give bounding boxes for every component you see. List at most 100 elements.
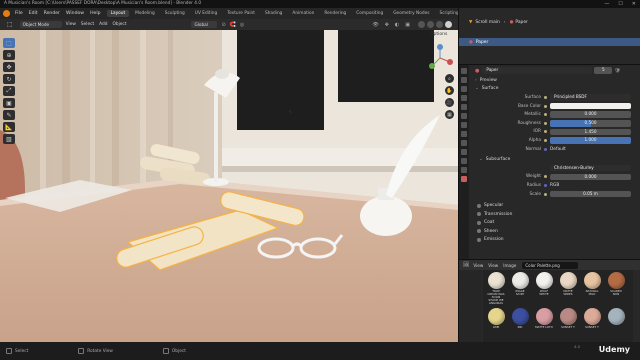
- image-editor-icon[interactable]: 🖼: [463, 262, 469, 268]
- tab-uv-editing[interactable]: UV Editing: [191, 10, 221, 17]
- minimize-button[interactable]: —: [604, 0, 609, 8]
- subsurface-weight-slider[interactable]: 0.000: [550, 173, 631, 181]
- camera-view-icon[interactable]: 🎥: [445, 98, 454, 107]
- cursor-tool-icon[interactable]: ⊕: [3, 50, 15, 60]
- tab-sculpting[interactable]: Sculpting: [161, 10, 189, 17]
- viewport-menu-add[interactable]: Add: [99, 22, 107, 27]
- tab-texture-paint[interactable]: Texture Paint: [223, 10, 259, 17]
- image-menu-view[interactable]: View: [473, 263, 483, 268]
- section-transmission[interactable]: Transmission: [471, 210, 639, 219]
- outliner-item-scroll-main[interactable]: ▼ Scroll main › ● Paper: [459, 18, 640, 26]
- transform-orientation[interactable]: Global: [191, 21, 218, 28]
- blender-logo-icon[interactable]: [3, 10, 10, 17]
- viewport-menu-select[interactable]: Select: [81, 22, 94, 27]
- axis-gizmo-icon[interactable]: [426, 44, 454, 72]
- xray-icon[interactable]: ▣: [405, 22, 410, 28]
- tab-animation[interactable]: Animation: [288, 10, 318, 17]
- proportional-edit-icon[interactable]: ◎: [240, 22, 244, 28]
- select-box-tool-icon[interactable]: ⬚: [3, 38, 15, 48]
- fake-user-icon[interactable]: 🛡: [614, 68, 620, 74]
- tab-rendering[interactable]: Rendering: [320, 10, 350, 17]
- socket-icon[interactable]: [544, 95, 547, 99]
- close-button[interactable]: ✕: [632, 0, 636, 8]
- data-tab-icon[interactable]: [461, 167, 467, 173]
- section-toggle-icon[interactable]: [477, 229, 481, 234]
- rendered-shading-icon[interactable]: [445, 21, 452, 28]
- socket-icon[interactable]: [544, 130, 547, 134]
- section-toggle-icon[interactable]: [477, 203, 481, 208]
- measure-tool-icon[interactable]: 📐: [3, 122, 15, 132]
- material-user-count[interactable]: 5: [594, 67, 613, 74]
- material-name-field[interactable]: Paper: [482, 67, 593, 74]
- subsurface-method-dropdown[interactable]: Christensen-Burley: [550, 164, 631, 172]
- section-toggle-icon[interactable]: [477, 237, 481, 242]
- modifier-tab-icon[interactable]: [461, 131, 467, 137]
- base-color-swatch[interactable]: [550, 102, 631, 110]
- gizmo-icon[interactable]: ✥: [385, 22, 389, 28]
- viewport-menu-object[interactable]: Object: [112, 22, 126, 27]
- physics-tab-icon[interactable]: [461, 149, 467, 155]
- tab-modeling[interactable]: Modeling: [131, 10, 159, 17]
- socket-icon[interactable]: [544, 104, 547, 108]
- tab-geometry-nodes[interactable]: Geometry Nodes: [389, 10, 433, 17]
- socket-icon[interactable]: [544, 121, 547, 125]
- socket-icon[interactable]: [544, 192, 547, 196]
- options-button[interactable]: Options: [430, 32, 447, 37]
- editor-type-icon[interactable]: ⬚: [4, 21, 16, 28]
- transform-tool-icon[interactable]: ▣: [3, 98, 15, 108]
- particles-tab-icon[interactable]: [461, 140, 467, 146]
- world-tab-icon[interactable]: [461, 113, 467, 119]
- subsurface-scale-field[interactable]: 0.05 m: [550, 190, 631, 198]
- perspective-toggle-icon[interactable]: ▦: [445, 110, 454, 119]
- rotate-tool-icon[interactable]: ↻: [3, 74, 15, 84]
- annotate-tool-icon[interactable]: ✎: [3, 110, 15, 120]
- section-surface[interactable]: ⌄ Surface: [471, 85, 639, 94]
- render-tab-icon[interactable]: [461, 77, 467, 83]
- output-tab-icon[interactable]: [461, 86, 467, 92]
- view-layer-tab-icon[interactable]: [461, 95, 467, 101]
- menu-render[interactable]: Render: [44, 11, 60, 16]
- section-subsurface[interactable]: ⌄ Subsurface: [471, 155, 639, 164]
- section-coat[interactable]: Coat: [471, 219, 639, 228]
- pivot-icon[interactable]: ⊙: [221, 22, 225, 28]
- material-tab-icon[interactable]: [461, 176, 467, 182]
- tab-compositing[interactable]: Compositing: [352, 10, 387, 17]
- add-cube-tool-icon[interactable]: ▧: [3, 134, 15, 144]
- socket-icon[interactable]: [544, 183, 547, 187]
- section-toggle-icon[interactable]: [477, 212, 481, 217]
- tab-layout[interactable]: Layout: [106, 10, 130, 17]
- object-tab-icon[interactable]: [461, 122, 467, 128]
- mode-selector[interactable]: Object Mode: [19, 21, 62, 28]
- outliner-item-paper[interactable]: ● Paper: [459, 38, 640, 46]
- section-preview[interactable]: › Preview: [471, 76, 639, 85]
- surface-shader-field[interactable]: Principled BSDF: [550, 94, 631, 101]
- menu-window[interactable]: Window: [66, 11, 84, 16]
- menu-edit[interactable]: Edit: [29, 11, 38, 16]
- socket-icon[interactable]: [544, 147, 547, 151]
- socket-icon[interactable]: [544, 138, 547, 142]
- image-selector[interactable]: Color Palette.png: [522, 261, 579, 269]
- section-toggle-icon[interactable]: [477, 220, 481, 225]
- tool-tab-icon[interactable]: [461, 68, 467, 74]
- roughness-slider[interactable]: 0.500: [550, 120, 631, 127]
- maximize-button[interactable]: ☐: [618, 0, 622, 8]
- scene-tab-icon[interactable]: [461, 104, 467, 110]
- navigation-gizmo[interactable]: [426, 44, 454, 74]
- section-specular[interactable]: Specular: [471, 201, 639, 210]
- menu-help[interactable]: Help: [90, 11, 100, 16]
- wireframe-shading-icon[interactable]: [418, 21, 425, 28]
- section-emission[interactable]: Emission: [471, 236, 639, 245]
- scale-tool-icon[interactable]: ⤢: [3, 86, 15, 96]
- constraints-tab-icon[interactable]: [461, 158, 467, 164]
- snap-icon[interactable]: 🧲: [230, 22, 236, 28]
- viewport-menu-view[interactable]: View: [66, 22, 76, 27]
- tab-shading[interactable]: Shading: [261, 10, 286, 17]
- section-sheen[interactable]: Sheen: [471, 227, 639, 236]
- solid-shading-icon[interactable]: [427, 21, 434, 28]
- menu-file[interactable]: File: [15, 11, 23, 16]
- move-tool-icon[interactable]: ✥: [3, 62, 15, 72]
- image-menu-image[interactable]: Image: [503, 263, 516, 268]
- visibility-icon[interactable]: 👁: [372, 22, 378, 28]
- image-menu-view-2[interactable]: View: [488, 263, 498, 268]
- socket-icon[interactable]: [544, 175, 547, 179]
